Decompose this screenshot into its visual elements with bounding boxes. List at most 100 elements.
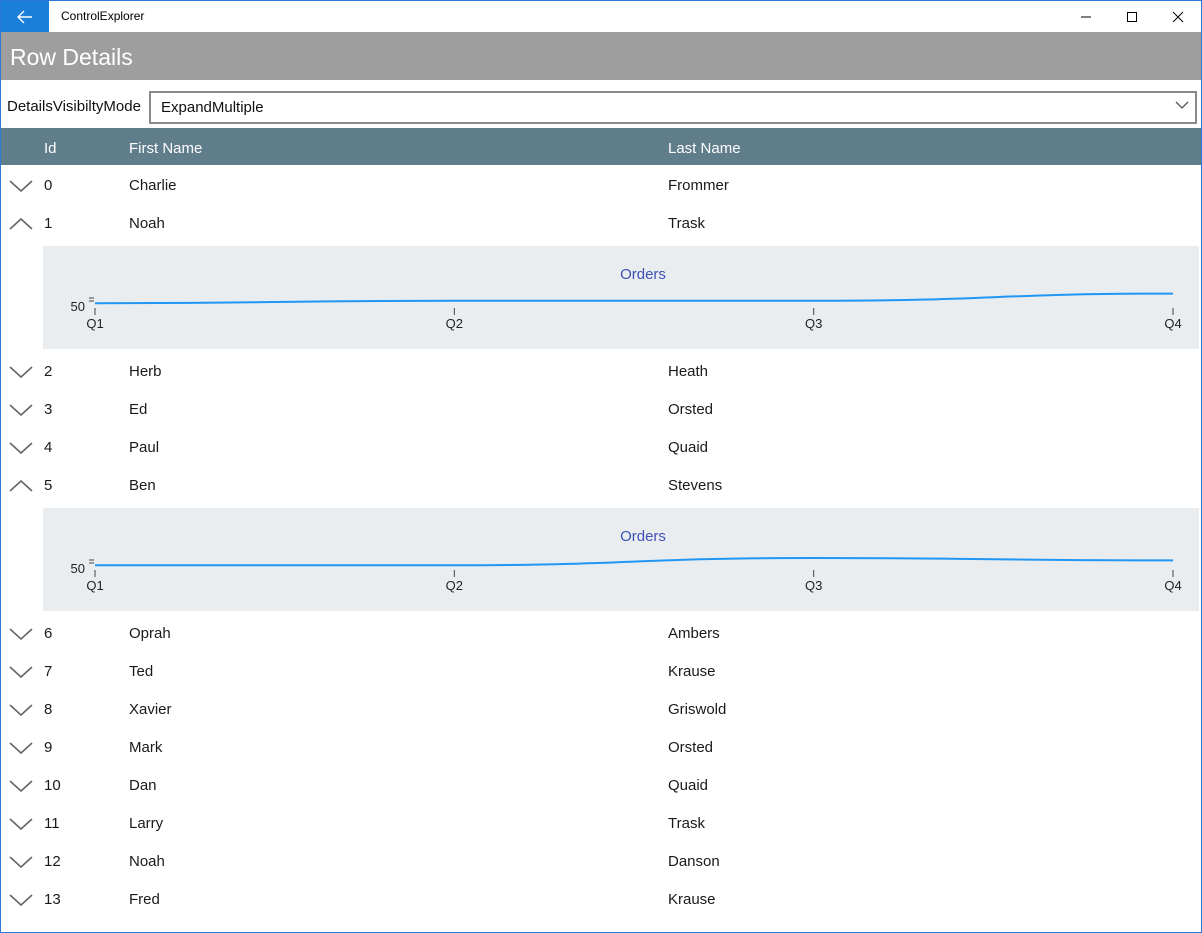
expand-row-button[interactable] <box>7 776 35 796</box>
cell-last-name: Quaid <box>668 439 709 456</box>
chevron-down-icon <box>9 180 33 193</box>
cell-last-name: Griswold <box>668 701 727 718</box>
cell-id: 12 <box>44 853 61 870</box>
x-tick-label: Q1 <box>86 578 103 593</box>
orders-chart: Orders 50Q1 Q2 Q3 Q4 <box>71 528 1182 593</box>
expand-row-button[interactable] <box>7 362 35 382</box>
table-row[interactable]: 14 <box>1 918 1201 932</box>
cell-first-name: Larry <box>129 815 164 832</box>
x-tick-label: Q2 <box>446 316 463 331</box>
cell-id: 13 <box>44 891 61 908</box>
table-row[interactable]: 9 Mark Orsted <box>1 728 1201 766</box>
collapse-row-button[interactable] <box>7 476 35 496</box>
expand-row-button[interactable] <box>7 662 35 682</box>
table-row[interactable]: 12 Noah Danson <box>1 842 1201 880</box>
table-row[interactable]: 5 Ben Stevens <box>1 466 1201 504</box>
cell-first-name: Ben <box>129 477 156 494</box>
expand-row-button[interactable] <box>7 176 35 196</box>
minimize-icon <box>1081 16 1091 17</box>
table-row[interactable]: 1 Noah Trask <box>1 204 1201 242</box>
cell-first-name: Mark <box>129 739 163 756</box>
cell-first-name: Noah <box>129 853 165 870</box>
mode-label: DetailsVisibiltyMode <box>7 98 141 115</box>
expand-row-button[interactable] <box>7 928 35 932</box>
maximize-button[interactable] <box>1109 1 1155 32</box>
expand-row-button[interactable] <box>7 890 35 910</box>
cell-last-name: Orsted <box>668 401 714 418</box>
chevron-down-icon <box>9 404 33 417</box>
cell-last-name: Danson <box>668 853 720 870</box>
table-row[interactable]: 8 Xavier Griswold <box>1 690 1201 728</box>
chevron-down-icon <box>9 442 33 455</box>
chevron-down-icon <box>9 818 33 831</box>
cell-id: 14 <box>44 929 61 932</box>
table-row[interactable]: 0 Charlie Frommer <box>1 166 1201 204</box>
chevron-down-icon <box>9 666 33 679</box>
cell-id: 4 <box>44 439 53 456</box>
close-icon <box>1172 11 1184 22</box>
table-row[interactable]: 11 Larry Trask <box>1 804 1201 842</box>
chevron-down-icon <box>9 780 33 793</box>
grid-body: 0 Charlie Frommer 1 Noah Trask Orders 50 Q1 Q2 Q3 Q… <box>1 166 1201 932</box>
column-header-last-name[interactable]: Last Name <box>668 140 741 157</box>
cell-last-name: Trask <box>668 815 705 832</box>
row-details-panel: Orders 50 Q1 Q2 Q3 Q4 <box>43 508 1199 611</box>
close-button[interactable] <box>1155 1 1201 32</box>
expand-row-button[interactable] <box>7 624 35 644</box>
table-row[interactable]: 3 Ed Orsted <box>1 390 1201 428</box>
cell-last-name: Stevens <box>668 477 723 494</box>
cell-id: 9 <box>44 739 53 756</box>
chart-title: Orders <box>620 266 666 283</box>
app-title: ControlExplorer <box>61 9 145 23</box>
orders-series-line <box>95 556 1174 567</box>
orders-series-line <box>94 292 1174 305</box>
title-bar: ControlExplorer <box>1 1 1201 32</box>
grid-header: Id First Name Last Name <box>1 128 1201 165</box>
chevron-down-icon <box>7 928 35 932</box>
cell-id: 10 <box>44 777 61 794</box>
expand-row-button[interactable] <box>7 738 35 758</box>
cell-id: 0 <box>44 177 53 194</box>
table-row[interactable]: 13 Fred Krause <box>1 880 1201 918</box>
row-details: Orders 50 Q1 Q2 Q3 Q4 <box>1 504 1201 614</box>
collapse-row-button[interactable] <box>7 214 35 234</box>
chart-title: Orders <box>620 528 666 545</box>
expand-row-button[interactable] <box>7 700 35 720</box>
expand-row-button[interactable] <box>7 400 35 420</box>
chevron-down-icon <box>9 704 33 717</box>
cell-id: 7 <box>44 663 53 680</box>
expand-row-button[interactable] <box>7 852 35 872</box>
orders-chart: Orders 50Q1 Q2 Q3 Q4 <box>71 266 1182 331</box>
cell-last-name: Frommer <box>668 177 729 194</box>
cell-first-name: Fred <box>129 891 160 908</box>
cell-id: 3 <box>44 401 53 418</box>
x-tick-label: Q4 <box>1164 316 1181 331</box>
expand-row-button[interactable] <box>7 438 35 458</box>
cell-first-name: Charlie <box>129 177 177 194</box>
cell-first-name: Paul <box>129 439 160 456</box>
chevron-down-icon <box>9 742 33 755</box>
back-button[interactable] <box>1 1 49 32</box>
cell-id: 8 <box>44 701 53 718</box>
cell-last-name: Quaid <box>668 777 709 794</box>
cell-id: 1 <box>44 215 53 232</box>
cell-id: 11 <box>44 815 60 832</box>
x-tick-label: Q3 <box>805 578 822 593</box>
x-tick-label: Q2 <box>446 578 463 593</box>
cell-first-name: Herb <box>129 363 162 380</box>
column-header-id[interactable]: Id <box>44 140 57 157</box>
expand-row-button[interactable] <box>7 814 35 834</box>
table-row[interactable]: 6 Oprah Ambers <box>1 614 1201 652</box>
column-header-first-name[interactable]: First Name <box>129 140 202 157</box>
minimize-button[interactable] <box>1063 1 1109 32</box>
table-row[interactable]: 10 Dan Quaid <box>1 766 1201 804</box>
page-title: Row Details <box>10 44 133 70</box>
table-row[interactable]: 2 Herb Heath <box>1 352 1201 390</box>
cell-id: 2 <box>44 363 53 380</box>
details-mode-dropdown[interactable]: ExpandMultiple <box>149 91 1197 124</box>
dropdown-value: ExpandMultiple <box>161 99 264 116</box>
table-row[interactable]: 7 Ted Krause <box>1 652 1201 690</box>
table-row[interactable]: 4 Paul Quaid <box>1 428 1201 466</box>
app-window: ControlExplorer Row Details DetailsVisib… <box>0 0 1202 933</box>
y-tick-label: 50 <box>71 561 85 576</box>
